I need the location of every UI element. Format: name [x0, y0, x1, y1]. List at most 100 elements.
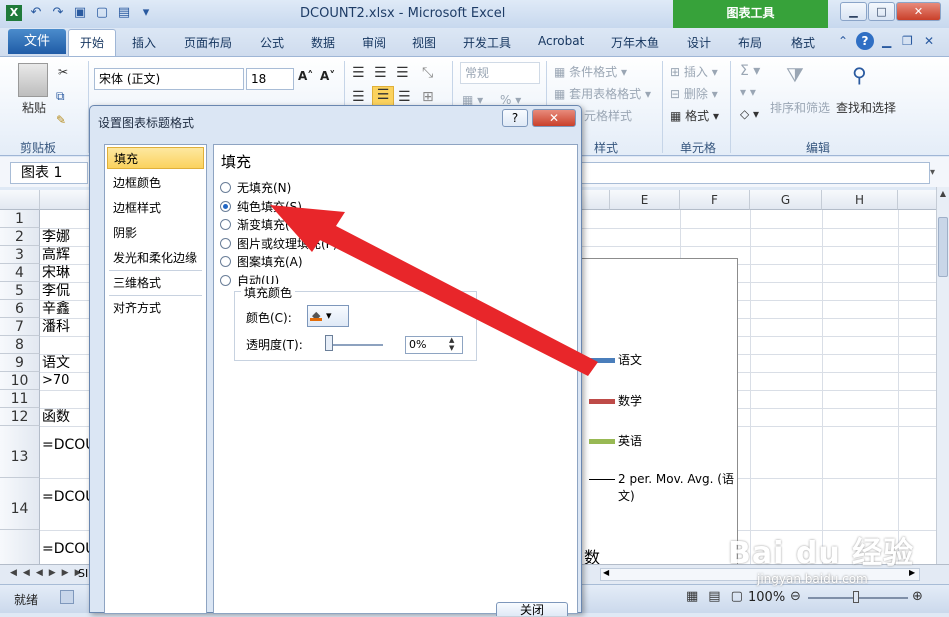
close-window-button[interactable]: ✕	[896, 2, 941, 21]
dialog-close-button[interactable]: 关闭	[496, 602, 568, 617]
category-item[interactable]: 发光和柔化边缘	[107, 247, 204, 269]
column-header-h[interactable]: H	[822, 190, 898, 210]
paste-icon[interactable]	[18, 63, 48, 97]
scroll-thumb[interactable]	[938, 217, 948, 277]
find-binoculars-icon[interactable]: ⚲	[852, 63, 867, 87]
tab-insert[interactable]: 插入	[132, 34, 156, 51]
clear-icon[interactable]: ◇ ▾	[740, 107, 759, 121]
number-format-combo[interactable]: 常规	[460, 62, 540, 84]
cut-icon[interactable]: ✂	[58, 65, 68, 79]
font-name-combo[interactable]: 宋体 (正文)	[94, 68, 244, 90]
tab-wannianmuyu[interactable]: 万年木鱼	[611, 34, 659, 51]
fill-option-radio[interactable]: 纯色填充(S)	[220, 198, 302, 215]
customize-qat-icon[interactable]: ▾	[138, 5, 154, 21]
row-header[interactable]: 11	[0, 390, 40, 408]
table-format-button[interactable]: ▦ 套用表格格式 ▾	[554, 85, 651, 102]
column-header-f[interactable]: F	[680, 190, 750, 210]
scroll-left-icon[interactable]: ◀	[603, 568, 609, 577]
sheet-tab[interactable]: SI	[78, 567, 88, 580]
tab-review[interactable]: 审阅	[362, 34, 386, 51]
paste-button[interactable]: 粘贴	[22, 99, 46, 116]
tab-developer[interactable]: 开发工具	[463, 34, 511, 51]
cell-a3[interactable]: 高辉	[42, 246, 70, 264]
doc-minimize-icon[interactable]: ▁	[882, 34, 891, 48]
tab-data[interactable]: 数据	[311, 34, 335, 51]
grow-font-icon[interactable]: A˄	[298, 69, 313, 83]
zoom-out-icon[interactable]: ⊖	[790, 589, 801, 604]
select-all-corner[interactable]	[0, 190, 40, 210]
tab-view[interactable]: 视图	[412, 34, 436, 51]
row-header[interactable]: 1	[0, 210, 40, 228]
row-header[interactable]: 14	[0, 478, 40, 530]
row-header[interactable]: 8	[0, 336, 40, 354]
insert-cells-button[interactable]: ⊞ 插入 ▾	[670, 63, 718, 80]
delete-cells-button[interactable]: ⊟ 删除 ▾	[670, 85, 718, 102]
align-middle-icon[interactable]: ☰	[374, 65, 387, 81]
column-header-e[interactable]: E	[610, 190, 680, 210]
fill-option-radio[interactable]: 图片或纹理填充(P)	[220, 235, 338, 252]
category-item[interactable]: 边框样式	[107, 197, 204, 219]
collapse-ribbon-icon[interactable]: ⌃	[838, 34, 848, 48]
cell-a10[interactable]: >70	[42, 372, 69, 390]
new-file-icon[interactable]: ▢	[94, 5, 110, 21]
tab-format[interactable]: 格式	[791, 34, 815, 51]
row-header[interactable]: 3	[0, 246, 40, 264]
copy-icon[interactable]: ⧉	[56, 89, 65, 104]
minimize-button[interactable]: ▁	[840, 2, 867, 21]
fill-option-radio[interactable]: 渐变填充(G)	[220, 216, 304, 233]
row-header[interactable]: 2	[0, 228, 40, 246]
cell-a5[interactable]: 李侃	[42, 282, 70, 300]
zoom-level[interactable]: 100%	[748, 590, 785, 605]
help-icon[interactable]: ?	[856, 32, 874, 50]
tab-layout[interactable]: 布局	[738, 34, 762, 51]
row-header[interactable]: 4	[0, 264, 40, 282]
row-header[interactable]: 5	[0, 282, 40, 300]
autosum-icon[interactable]: Σ ▾	[740, 63, 760, 79]
row-header[interactable]: 7	[0, 318, 40, 336]
tab-acrobat[interactable]: Acrobat	[538, 34, 584, 48]
category-item[interactable]: 三维格式	[107, 272, 204, 294]
zoom-slider-thumb[interactable]	[853, 591, 859, 603]
fill-option-radio[interactable]: 图案填充(A)	[220, 253, 303, 270]
transparency-slider[interactable]	[327, 344, 383, 346]
doc-restore-icon[interactable]: ❐	[902, 34, 913, 48]
row-header[interactable]: 13	[0, 426, 40, 478]
cell-a12[interactable]: 函数	[42, 408, 70, 426]
format-painter-icon[interactable]: ✎	[56, 113, 66, 127]
align-left-icon[interactable]: ☰	[352, 89, 365, 105]
font-size-combo[interactable]: 18	[246, 68, 294, 90]
chart-area[interactable]: 语文 数学 英语 2 per. Mov. Avg. (语 文)	[578, 258, 738, 564]
cell-a6[interactable]: 辛鑫	[42, 300, 70, 318]
view-buttons-icons[interactable]: ▦▤▢	[686, 589, 753, 604]
find-select-button[interactable]: 查找和选择	[836, 99, 896, 116]
category-item[interactable]: 填充	[107, 147, 204, 169]
fill-option-radio[interactable]: 无填充(N)	[220, 179, 291, 196]
row-header[interactable]	[0, 530, 40, 564]
row-header[interactable]: 10	[0, 372, 40, 390]
open-folder-icon[interactable]: ▤	[116, 5, 132, 21]
category-item[interactable]: 对齐方式	[107, 297, 204, 319]
transparency-spinner[interactable]: ▲ ▼	[449, 336, 454, 352]
undo-icon[interactable]: ↶	[28, 5, 44, 21]
scroll-up-icon[interactable]: ▲	[938, 189, 948, 201]
row-header[interactable]: 12	[0, 408, 40, 426]
align-top-icon[interactable]: ☰	[352, 65, 365, 81]
column-header-g[interactable]: G	[750, 190, 822, 210]
maximize-button[interactable]: □	[868, 2, 895, 21]
fill-color-picker[interactable]: ◆ ▾	[307, 305, 349, 327]
merge-icon[interactable]: ⊞	[422, 89, 434, 105]
tab-file[interactable]: 文件	[8, 29, 66, 54]
orientation-icon[interactable]: ⤡	[422, 65, 433, 81]
tab-home[interactable]: 开始	[68, 29, 116, 57]
transparency-slider-thumb[interactable]	[325, 335, 333, 351]
save-icon[interactable]: ▣	[72, 5, 88, 21]
name-box[interactable]: 图表 1	[10, 162, 88, 184]
doc-close-icon[interactable]: ✕	[924, 34, 934, 48]
tab-design[interactable]: 设计	[687, 34, 711, 51]
sort-filter-icon[interactable]: ⧩	[786, 63, 804, 87]
fill-icon[interactable]: ▾ ▾	[740, 85, 756, 99]
align-center-icon[interactable]: ☰	[372, 86, 394, 106]
tab-page-layout[interactable]: 页面布局	[184, 34, 232, 51]
cell-style-button[interactable]: 元格样式	[584, 107, 632, 124]
cell-a9[interactable]: 语文	[42, 354, 70, 372]
